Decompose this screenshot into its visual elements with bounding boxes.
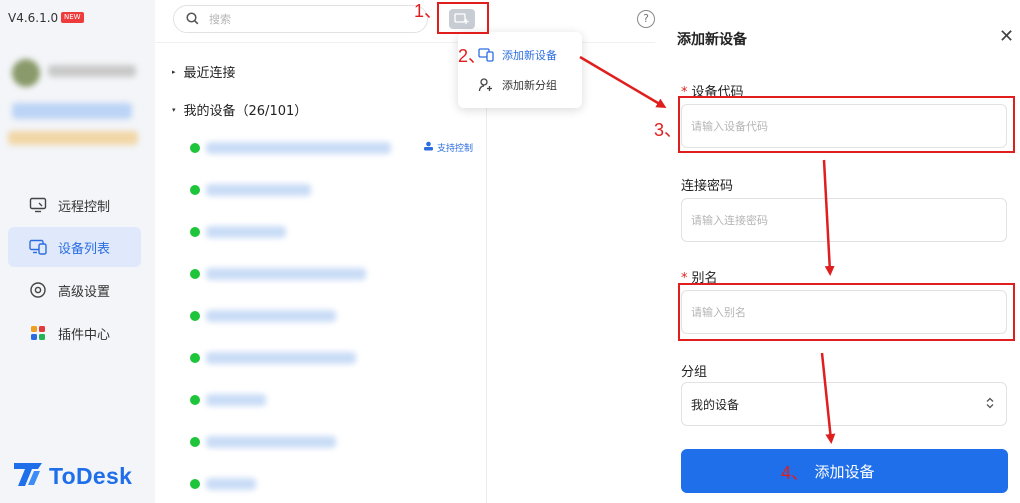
device-row[interactable] bbox=[190, 308, 336, 324]
help-icon[interactable]: ? bbox=[637, 10, 655, 28]
blurred-device-name bbox=[206, 184, 311, 196]
blurred-device-name bbox=[206, 478, 256, 490]
up-down-chevron-icon bbox=[986, 397, 994, 412]
search-input[interactable]: 搜索 bbox=[173, 5, 428, 33]
password-placeholder: 请输入连接密码 bbox=[691, 214, 768, 227]
blurred-device-name bbox=[206, 352, 356, 364]
menu-item-add-group[interactable]: 添加新分组 bbox=[478, 77, 557, 93]
device-row[interactable] bbox=[190, 392, 266, 408]
gear-icon bbox=[28, 280, 48, 300]
password-field[interactable]: 请输入连接密码 bbox=[681, 198, 1007, 242]
blurred-device-name bbox=[206, 142, 391, 154]
recent-connections-label: 最近连接 bbox=[183, 66, 236, 81]
expand-triangle-icon: ▾ bbox=[172, 105, 176, 114]
online-status-dot bbox=[190, 311, 200, 321]
support-control-badge: 支持控制 bbox=[423, 141, 473, 154]
my-devices-label: 我的设备（26/101） bbox=[183, 104, 308, 119]
device-row[interactable] bbox=[190, 266, 366, 282]
add-group-icon bbox=[478, 77, 494, 93]
device-row[interactable] bbox=[190, 224, 286, 240]
blurred-account-level bbox=[8, 131, 138, 145]
sidebar-item-device-list[interactable]: 设备列表 bbox=[8, 227, 141, 267]
devices-icon bbox=[28, 237, 48, 257]
blurred-device-name bbox=[206, 226, 286, 238]
monitor-icon bbox=[28, 195, 48, 215]
device-row[interactable] bbox=[190, 350, 356, 366]
device-row[interactable] bbox=[190, 434, 336, 450]
group-select-value: 我的设备 bbox=[691, 397, 740, 412]
submit-label: 添加设备 bbox=[814, 462, 875, 481]
sidebar-item-label: 设备列表 bbox=[58, 241, 111, 257]
search-placeholder: 搜索 bbox=[209, 13, 231, 26]
todesk-logo-icon bbox=[12, 460, 44, 492]
new-badge: NEW bbox=[61, 12, 84, 23]
version-label: V4.6.1.0 bbox=[8, 11, 59, 25]
sidebar: V4.6.1.0 NEW 远程控制 设备列表 高级设置 插件中心 ToDesk bbox=[0, 0, 155, 503]
sidebar-item-advanced-settings[interactable]: 高级设置 bbox=[8, 270, 141, 310]
highlight-box-add-button bbox=[437, 2, 489, 34]
menu-item-label: 添加新分组 bbox=[502, 79, 557, 92]
logo-text: ToDesk bbox=[49, 462, 133, 489]
menu-item-add-device[interactable]: 添加新设备 bbox=[478, 47, 557, 63]
avatar bbox=[12, 59, 40, 87]
sidebar-item-plugin-center[interactable]: 插件中心 bbox=[8, 313, 141, 353]
step-3-label: 3、 bbox=[654, 120, 683, 140]
menu-item-label: 添加新设备 bbox=[502, 49, 557, 62]
arrow-to-device-code bbox=[579, 55, 667, 109]
online-status-dot bbox=[190, 185, 200, 195]
recent-connections-section[interactable]: ▸ 最近连接 bbox=[172, 62, 236, 81]
blurred-account-name bbox=[48, 65, 136, 77]
sidebar-item-remote-control[interactable]: 远程控制 bbox=[8, 185, 141, 225]
step-1-label: 1、 bbox=[414, 1, 443, 21]
sidebar-item-label: 插件中心 bbox=[58, 327, 111, 343]
sidebar-item-label: 远程控制 bbox=[58, 199, 111, 215]
close-icon[interactable]: ✕ bbox=[999, 26, 1014, 47]
sidebar-item-label: 高级设置 bbox=[58, 284, 111, 300]
group-select[interactable]: 我的设备 bbox=[681, 382, 1007, 426]
device-row[interactable] bbox=[190, 140, 391, 156]
add-device-dialog: 添加新设备 ✕ * 设备代码 请输入设备代码 连接密码 请输入连接密码 * 别名 请… bbox=[655, 0, 1020, 503]
online-status-dot bbox=[190, 437, 200, 447]
step-2-label: 2、 bbox=[458, 46, 487, 66]
online-status-dot bbox=[190, 227, 200, 237]
online-status-dot bbox=[190, 395, 200, 405]
group-label: 分组 bbox=[681, 365, 708, 380]
highlight-box-device-code bbox=[678, 96, 1015, 153]
support-control-label: 支持控制 bbox=[437, 144, 474, 154]
dialog-title: 添加新设备 bbox=[677, 32, 747, 48]
support-control-icon bbox=[423, 141, 434, 154]
search-icon bbox=[186, 10, 199, 29]
collapse-triangle-icon: ▸ bbox=[172, 67, 176, 76]
plugins-icon bbox=[28, 323, 48, 343]
device-row[interactable] bbox=[190, 182, 311, 198]
blurred-device-name bbox=[206, 436, 336, 448]
blurred-account-info bbox=[12, 103, 132, 119]
online-status-dot bbox=[190, 269, 200, 279]
blurred-device-name bbox=[206, 310, 336, 322]
online-status-dot bbox=[190, 479, 200, 489]
blurred-device-name bbox=[206, 394, 266, 406]
online-status-dot bbox=[190, 353, 200, 363]
todesk-logo: ToDesk bbox=[12, 460, 132, 492]
blurred-account-panel bbox=[8, 55, 143, 155]
step-4-label: 4、 bbox=[781, 463, 810, 483]
blurred-device-name bbox=[206, 268, 366, 280]
my-devices-section[interactable]: ▾ 我的设备（26/101） bbox=[172, 100, 307, 119]
highlight-box-alias bbox=[678, 283, 1015, 341]
add-device-submit-button[interactable]: 添加设备 bbox=[681, 449, 1008, 493]
panel-divider bbox=[486, 42, 487, 503]
device-row[interactable] bbox=[190, 476, 256, 492]
online-status-dot bbox=[190, 143, 200, 153]
password-label: 连接密码 bbox=[681, 179, 734, 194]
